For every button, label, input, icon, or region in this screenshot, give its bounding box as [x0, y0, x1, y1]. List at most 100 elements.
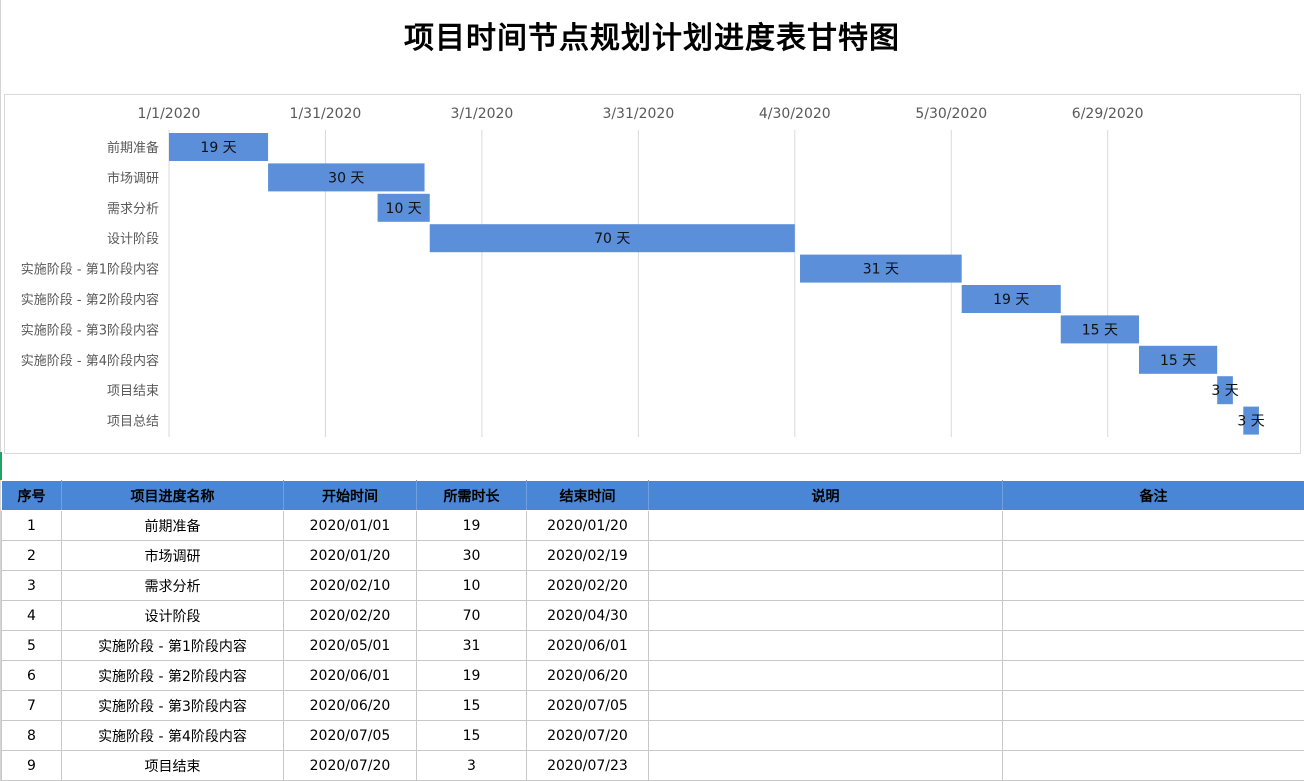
bar-data-label: 10 天 — [386, 201, 422, 217]
x-tick-label: 3/1/2020 — [450, 106, 513, 122]
cell-remarks[interactable] — [1002, 720, 1304, 751]
header-start-date[interactable]: 开始时间 — [283, 480, 417, 511]
cell-remarks[interactable] — [1002, 540, 1304, 571]
cell-index[interactable]: 4 — [1, 600, 62, 631]
cell-description[interactable] — [648, 630, 1003, 661]
cell-start-date[interactable]: 2020/07/20 — [283, 750, 417, 781]
cell-task-name[interactable]: 需求分析 — [61, 570, 284, 601]
category-label: 实施阶段 - 第4阶段内容 — [21, 353, 159, 369]
cell-remarks[interactable] — [1002, 570, 1304, 601]
cell-index[interactable]: 8 — [1, 720, 62, 751]
cell-end-date[interactable]: 2020/06/01 — [526, 630, 649, 661]
cell-description[interactable] — [648, 600, 1003, 631]
table-row: 7 实施阶段 - 第3阶段内容 2020/06/20 15 2020/07/05 — [1, 690, 1304, 721]
cell-task-name[interactable]: 实施阶段 - 第3阶段内容 — [61, 690, 284, 721]
header-duration[interactable]: 所需时长 — [416, 480, 527, 511]
cell-end-date[interactable]: 2020/07/20 — [526, 720, 649, 751]
cell-task-name[interactable]: 实施阶段 - 第1阶段内容 — [61, 630, 284, 661]
table-body: 1 前期准备 2020/01/01 19 2020/01/20 2 市场调研 2020/01/… — [1, 510, 1304, 781]
cell-end-date[interactable]: 2020/06/20 — [526, 660, 649, 691]
cell-duration[interactable]: 19 — [416, 660, 527, 691]
cell-start-date[interactable]: 2020/01/20 — [283, 540, 417, 571]
cell-duration[interactable]: 3 — [416, 750, 527, 781]
x-tick-label: 5/30/2020 — [915, 106, 987, 122]
header-index[interactable]: 序号 — [1, 480, 62, 511]
bar-data-label: 70 天 — [594, 231, 630, 247]
cell-task-name[interactable]: 市场调研 — [61, 540, 284, 571]
cell-duration[interactable]: 15 — [416, 720, 527, 751]
cell-end-date[interactable]: 2020/07/05 — [526, 690, 649, 721]
cell-duration[interactable]: 70 — [416, 600, 527, 631]
category-label: 前期准备 — [107, 140, 159, 156]
cell-start-date[interactable]: 2020/05/01 — [283, 630, 417, 661]
page-title: 项目时间节点规划计划进度表甘特图 — [404, 21, 900, 56]
table-row: 9 项目结束 2020/07/20 3 2020/07/23 — [1, 750, 1304, 781]
header-remarks[interactable]: 备注 — [1002, 480, 1304, 511]
cell-index[interactable]: 2 — [1, 540, 62, 571]
cell-task-name[interactable]: 项目结束 — [61, 750, 284, 781]
category-label: 实施阶段 - 第1阶段内容 — [21, 262, 159, 278]
cell-index[interactable]: 1 — [1, 510, 62, 541]
category-label: 市场调研 — [107, 170, 159, 186]
cell-end-date[interactable]: 2020/01/20 — [526, 510, 649, 541]
cell-task-name[interactable]: 前期准备 — [61, 510, 284, 541]
x-tick-label: 3/31/2020 — [602, 106, 674, 122]
cell-start-date[interactable]: 2020/07/05 — [283, 720, 417, 751]
cell-end-date[interactable]: 2020/04/30 — [526, 600, 649, 631]
gantt-chart: 1/1/2020 1/31/2020 3/1/2020 3/31/2020 4/30/2… — [21, 106, 1265, 437]
category-label: 项目总结 — [107, 415, 159, 430]
table-row: 4 设计阶段 2020/02/20 70 2020/04/30 — [1, 600, 1304, 631]
cell-end-date[interactable]: 2020/02/20 — [526, 570, 649, 601]
cell-start-date[interactable]: 2020/06/01 — [283, 660, 417, 691]
cell-task-name[interactable]: 设计阶段 — [61, 600, 284, 631]
cell-description[interactable] — [648, 690, 1003, 721]
bar-data-label: 15 天 — [1160, 353, 1196, 369]
cell-start-date[interactable]: 2020/06/20 — [283, 690, 417, 721]
cell-index[interactable]: 3 — [1, 570, 62, 601]
bar-data-label: 3 天 — [1211, 383, 1238, 399]
cell-task-name[interactable]: 实施阶段 - 第4阶段内容 — [61, 720, 284, 751]
schedule-table: 序号 项目进度名称 开始时间 所需时长 结束时间 说明 备注 1 前期准备 2020… — [1, 480, 1304, 781]
cell-start-date[interactable]: 2020/02/10 — [283, 570, 417, 601]
x-tick-label: 1/1/2020 — [138, 106, 201, 122]
cell-remarks[interactable] — [1002, 510, 1304, 541]
header-description[interactable]: 说明 — [648, 480, 1003, 511]
header-end-date[interactable]: 结束时间 — [526, 480, 649, 511]
cell-duration[interactable]: 31 — [416, 630, 527, 661]
cell-remarks[interactable] — [1002, 690, 1304, 721]
cell-duration[interactable]: 10 — [416, 570, 527, 601]
cell-duration[interactable]: 19 — [416, 510, 527, 541]
table-row: 1 前期准备 2020/01/01 19 2020/01/20 — [1, 510, 1304, 541]
cell-description[interactable] — [648, 570, 1003, 601]
cell-end-date[interactable]: 2020/07/23 — [526, 750, 649, 781]
category-label: 需求分析 — [107, 202, 159, 217]
category-label: 设计阶段 — [107, 232, 159, 247]
cell-task-name[interactable]: 实施阶段 - 第2阶段内容 — [61, 660, 284, 691]
cell-end-date[interactable]: 2020/02/19 — [526, 540, 649, 571]
cell-index[interactable]: 6 — [1, 660, 62, 691]
cell-description[interactable] — [648, 720, 1003, 751]
cell-index[interactable]: 9 — [1, 750, 62, 781]
cell-duration[interactable]: 15 — [416, 690, 527, 721]
cell-index[interactable]: 5 — [1, 630, 62, 661]
cell-remarks[interactable] — [1002, 600, 1304, 631]
cell-remarks[interactable] — [1002, 660, 1304, 691]
cell-remarks[interactable] — [1002, 750, 1304, 781]
cell-description[interactable] — [648, 660, 1003, 691]
cell-start-date[interactable]: 2020/02/20 — [283, 600, 417, 631]
table-row: 8 实施阶段 - 第4阶段内容 2020/07/05 15 2020/07/20 — [1, 720, 1304, 751]
bar-data-label: 30 天 — [328, 170, 364, 186]
header-task-name[interactable]: 项目进度名称 — [61, 480, 284, 511]
x-tick-label: 6/29/2020 — [1072, 106, 1144, 122]
cell-index[interactable]: 7 — [1, 690, 62, 721]
cell-description[interactable] — [648, 750, 1003, 781]
x-tick-label: 1/31/2020 — [290, 106, 362, 122]
table-row: 3 需求分析 2020/02/10 10 2020/02/20 — [1, 570, 1304, 601]
cell-remarks[interactable] — [1002, 630, 1304, 661]
spreadsheet-view: 项目时间节点规划计划进度表甘特图 1/1/2020 1/31/2020 3/1/20… — [0, 0, 1304, 781]
cell-description[interactable] — [648, 540, 1003, 571]
bar-data-label: 31 天 — [863, 262, 899, 278]
cell-duration[interactable]: 30 — [416, 540, 527, 571]
cell-description[interactable] — [648, 510, 1003, 541]
cell-start-date[interactable]: 2020/01/01 — [283, 510, 417, 541]
